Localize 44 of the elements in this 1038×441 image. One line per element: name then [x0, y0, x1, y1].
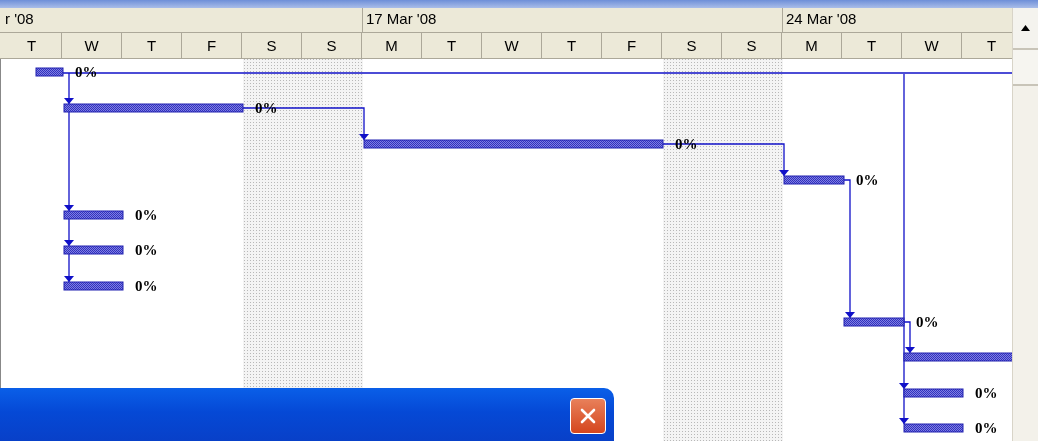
week-label: 24 Mar '08: [786, 10, 857, 27]
day-label: W: [84, 36, 99, 54]
week-label: 17 Mar '08: [366, 10, 437, 27]
task-bar[interactable]: [903, 352, 1013, 362]
up-arrow-icon: [1021, 25, 1030, 31]
day-label: W: [924, 36, 939, 54]
task-bar[interactable]: [903, 388, 964, 398]
day-label: T: [446, 36, 457, 54]
day-label: M: [805, 36, 818, 54]
day-label: T: [26, 36, 37, 54]
day-label: T: [866, 36, 877, 54]
day-label: T: [146, 36, 157, 54]
progress-label: 0%: [135, 242, 158, 258]
scroll-up-button[interactable]: [1013, 8, 1038, 48]
task-bar[interactable]: [363, 139, 664, 149]
progress-label: 0%: [975, 420, 998, 436]
day-label: S: [686, 36, 697, 54]
day-label: F: [206, 36, 217, 54]
day-label: W: [504, 36, 519, 54]
day-label: T: [986, 36, 997, 54]
progress-label: 0%: [135, 207, 158, 223]
scrollbar[interactable]: [1012, 8, 1038, 441]
task-bar[interactable]: [63, 245, 124, 255]
task-bar[interactable]: [843, 317, 905, 327]
progress-label: 0%: [916, 314, 939, 330]
day-label: S: [746, 36, 757, 54]
task-bar[interactable]: [63, 281, 124, 291]
progress-label: 0%: [856, 172, 879, 188]
day-label: F: [626, 36, 637, 54]
day-label: T: [566, 36, 577, 54]
scroll-thumb[interactable]: [1013, 48, 1038, 86]
task-bar[interactable]: [63, 210, 124, 220]
progress-label: 0%: [975, 385, 998, 401]
day-label: S: [266, 36, 277, 54]
close-button[interactable]: [570, 398, 606, 434]
close-icon: [580, 408, 596, 424]
day-label: M: [385, 36, 398, 54]
task-bar[interactable]: [783, 175, 845, 185]
task-bar[interactable]: [35, 67, 64, 77]
week-label: r '08: [5, 10, 34, 27]
day-label: S: [326, 36, 337, 54]
progress-label: 0%: [135, 278, 158, 294]
task-bar[interactable]: [63, 103, 244, 113]
task-bar[interactable]: [903, 423, 964, 433]
